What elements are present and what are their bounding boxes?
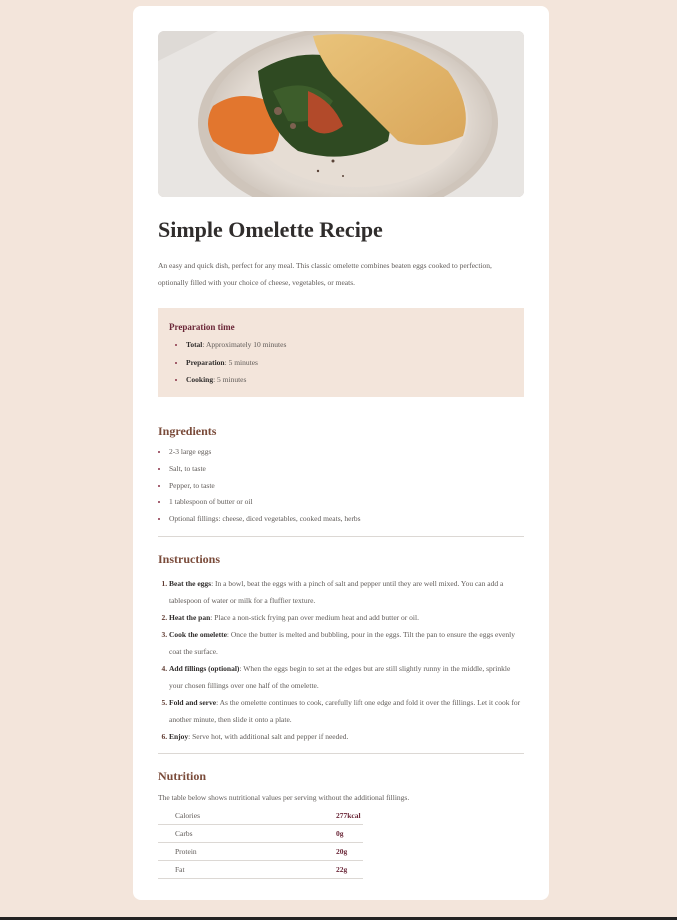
instruction-step: Fold and serve: As the omelette continue…	[169, 694, 524, 728]
step-text: : Serve hot, with additional salt and pe…	[188, 731, 349, 741]
step-label: Enjoy	[169, 731, 189, 741]
preparation-heading: Preparation time	[169, 322, 235, 332]
prep-value: : 5 minutes	[224, 357, 258, 367]
step-text: : Place a non-stick frying pan over medi…	[210, 612, 419, 622]
prep-label: Total	[186, 340, 203, 349]
nutrition-table: Calories 277kcal Carbs 0g Protein 20g Fat 22…	[158, 806, 363, 879]
recipe-card: Simple Omelette Recipe An easy and quick…	[133, 6, 549, 900]
list-item: 2-3 large eggs	[169, 444, 524, 461]
table-row: Fat 22g	[158, 860, 363, 879]
ingredients-section: Ingredients 2-3 large eggs Salt, to tast…	[158, 424, 524, 528]
instruction-step: Heat the pan: Place a non-stick frying p…	[169, 609, 524, 626]
instructions-list: Beat the eggs: In a bowl, beat the eggs …	[158, 575, 524, 745]
instructions-section: Instructions Beat the eggs: In a bowl, b…	[158, 552, 524, 745]
list-item: 1 tablespoon of butter or oil	[169, 494, 524, 511]
list-item: Salt, to taste	[169, 461, 524, 478]
preparation-list: Total: Approximately 10 minutes Preparat…	[169, 336, 513, 389]
nutrient-value: 22g	[336, 860, 363, 879]
instruction-step: Beat the eggs: In a bowl, beat the eggs …	[169, 575, 524, 609]
nutrition-intro: The table below shows nutritional values…	[158, 792, 410, 802]
step-label: Add fillings (optional)	[169, 663, 240, 673]
page-title: Simple Omelette Recipe	[158, 217, 383, 242]
ingredients-heading: Ingredients	[158, 424, 217, 438]
list-item: Preparation: 5 minutes	[186, 354, 513, 372]
prep-label: Cooking	[186, 375, 214, 384]
step-text: : In a bowl, beat the eggs with a pinch …	[169, 578, 504, 605]
prep-label: Preparation	[186, 357, 225, 367]
nutrient-name: Protein	[158, 842, 336, 861]
omelette-image	[158, 31, 524, 197]
step-label: Beat the eggs	[169, 578, 212, 588]
table-row: Protein 20g	[158, 842, 363, 861]
table-row: Carbs 0g	[158, 824, 363, 843]
list-item: Cooking: 5 minutes	[186, 371, 513, 389]
instruction-step: Cook the omelette: Once the butter is me…	[169, 626, 524, 660]
list-item: Total: Approximately 10 minutes	[186, 336, 513, 354]
recipe-description: An easy and quick dish, perfect for any …	[158, 261, 492, 287]
divider	[158, 752, 524, 754]
nutrient-name: Fat	[158, 860, 336, 879]
step-label: Heat the pan	[169, 612, 211, 622]
nutrient-value: 0g	[336, 824, 363, 843]
prep-value: : 5 minutes	[213, 375, 247, 384]
nutrient-value: 20g	[336, 842, 363, 861]
preparation-time-box: Preparation time Total: Approximately 10…	[158, 308, 524, 397]
nutrition-section: Nutrition The table below shows nutritio…	[158, 769, 524, 879]
instruction-step: Add fillings (optional): When the eggs b…	[169, 660, 524, 694]
prep-value: : Approximately 10 minutes	[202, 340, 287, 349]
nutrient-name: Carbs	[158, 824, 336, 843]
nutrient-name: Calories	[158, 806, 336, 825]
step-label: Fold and serve	[169, 697, 217, 707]
nutrient-value: 277kcal	[336, 806, 363, 825]
table-row: Calories 277kcal	[158, 806, 363, 825]
step-label: Cook the omelette	[169, 629, 227, 639]
list-item: Pepper, to taste	[169, 478, 524, 495]
divider	[158, 535, 524, 537]
instructions-heading: Instructions	[158, 551, 221, 566]
instruction-step: Enjoy: Serve hot, with additional salt a…	[169, 728, 524, 745]
step-text: : As the omelette continues to cook, car…	[169, 697, 521, 724]
list-item: Optional fillings: cheese, diced vegetab…	[169, 511, 524, 528]
ingredients-list: 2-3 large eggs Salt, to taste Pepper, to…	[158, 444, 524, 528]
nutrition-heading: Nutrition	[158, 768, 206, 783]
